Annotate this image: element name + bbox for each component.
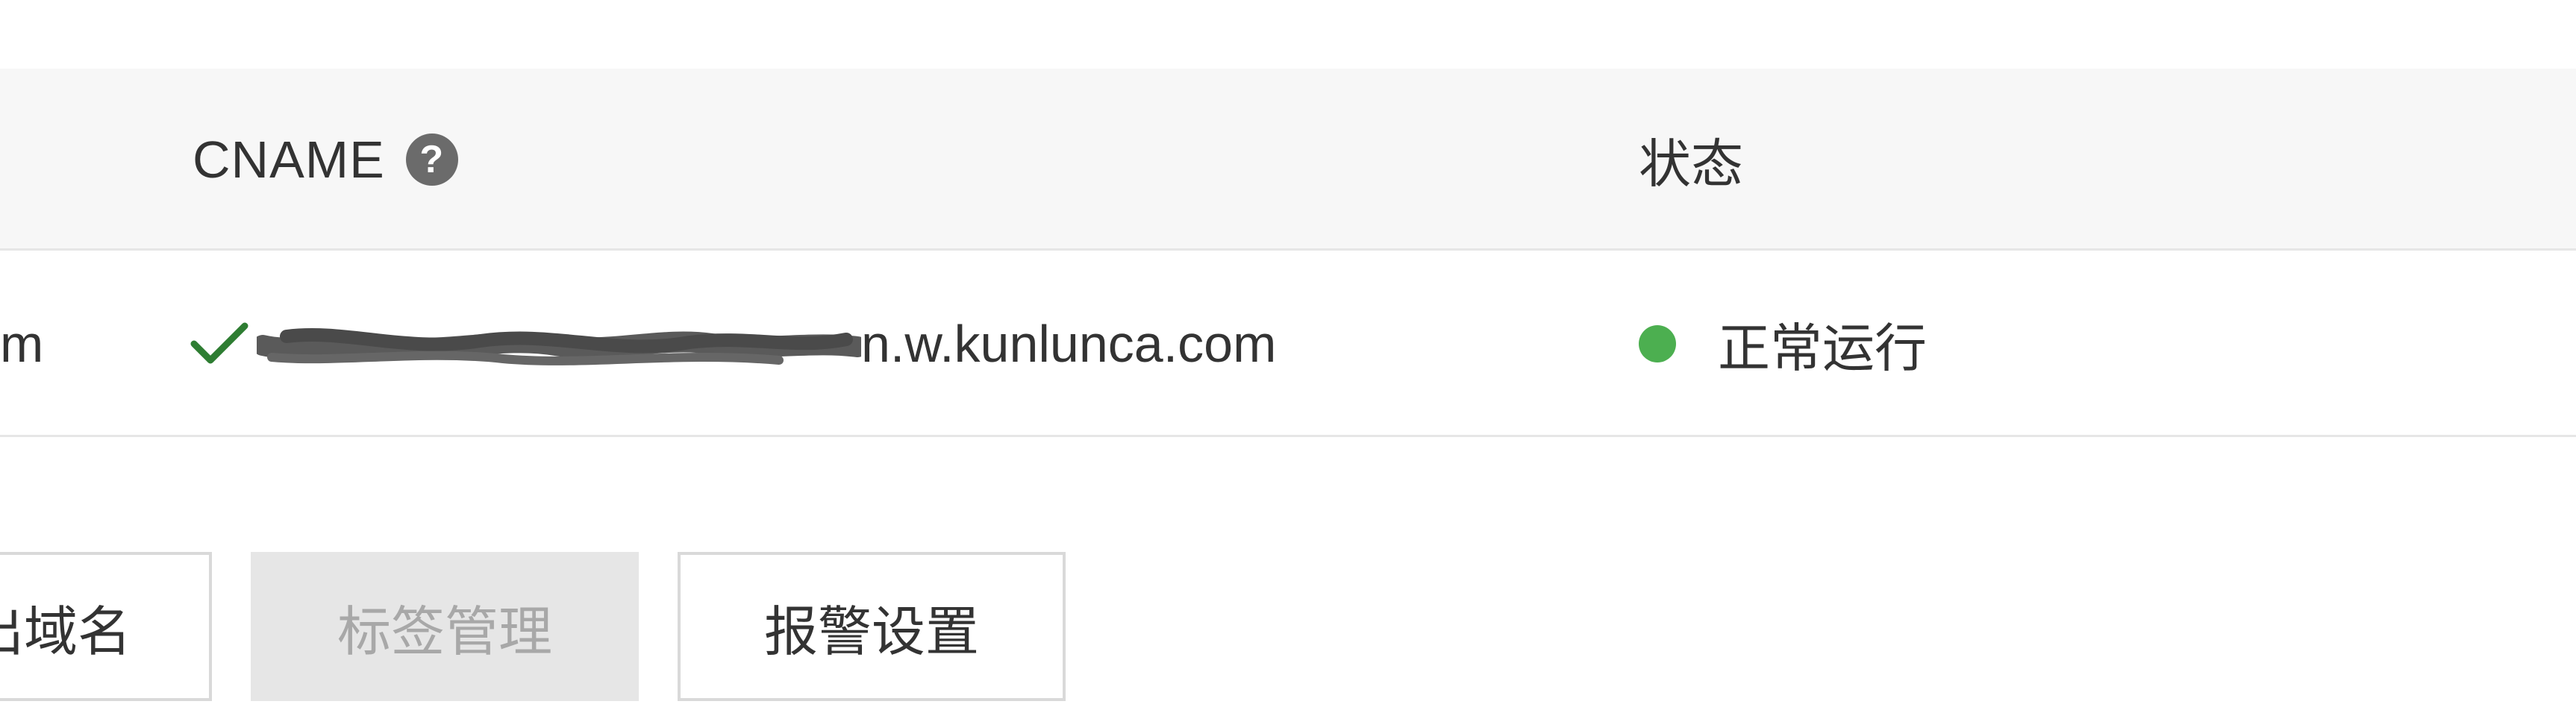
status-cell: 正常运行 <box>1639 251 1927 437</box>
domain-text: m <box>0 315 44 373</box>
table-row: m n.w.kunlunca.com 正常运行 <box>0 251 2576 437</box>
cdn-domain-list: CNAME ? 状态 m n.w.kunlunca.com 正常运行 域名 标签… <box>0 0 2576 716</box>
column-header-cname: CNAME ? <box>193 69 458 251</box>
cname-value: n.w.kunlunca.com <box>861 315 1277 373</box>
status-text: 正常运行 <box>1718 318 1927 377</box>
column-header-status-label: 状态 <box>1639 134 1743 193</box>
domain-cell: m <box>0 251 43 437</box>
column-header-status: 状态 <box>1639 69 1743 251</box>
tag-management-button[interactable]: 标签管理 <box>251 552 639 701</box>
column-header-cname-label: CNAME <box>193 131 385 189</box>
export-domain-button-label: 出域名 <box>0 602 131 662</box>
alarm-settings-button[interactable]: 报警设置 <box>678 552 1066 701</box>
redaction-scribble <box>257 314 861 374</box>
check-icon <box>190 322 248 364</box>
table-header: CNAME ? 状态 <box>0 69 2576 251</box>
export-domain-button[interactable]: 出域名 <box>0 552 212 701</box>
alarm-settings-button-label: 报警设置 <box>763 602 979 662</box>
cname-cell: n.w.kunlunca.com <box>190 251 1276 437</box>
tag-management-button-label: 标签管理 <box>337 602 552 662</box>
help-icon[interactable]: ? <box>405 134 458 186</box>
status-dot-icon <box>1639 325 1676 362</box>
